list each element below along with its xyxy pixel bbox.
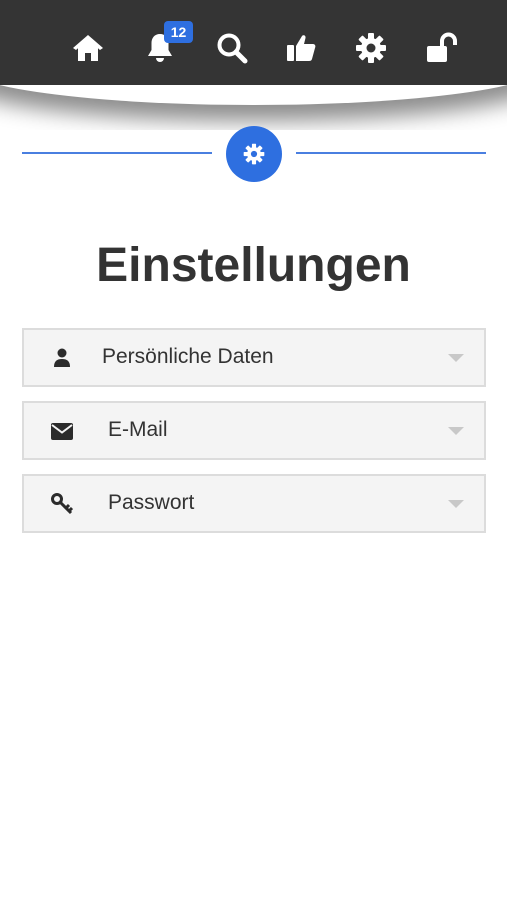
accordion-label: E-Mail [108, 418, 168, 441]
search-button[interactable] [212, 28, 252, 68]
accordion-email[interactable]: E-Mail [22, 401, 486, 460]
accordion-label: Persönliche Daten [102, 345, 274, 368]
chevron-down-icon [448, 427, 464, 435]
home-button[interactable] [68, 28, 108, 68]
top-nav-bar: 12 [0, 0, 507, 85]
chevron-down-icon [448, 500, 464, 508]
chevron-down-icon [448, 354, 464, 362]
user-icon [50, 346, 74, 370]
notification-count-badge: 12 [164, 21, 193, 43]
gear-icon [356, 33, 386, 63]
accordion-personal-data[interactable]: Persönliche Daten [22, 328, 486, 387]
thumbs-up-icon [287, 35, 316, 61]
key-icon [50, 492, 74, 516]
home-icon [73, 35, 103, 61]
divider-line-left [22, 152, 212, 154]
section-gear-badge [226, 126, 282, 182]
divider-line-right [296, 152, 486, 154]
search-icon [217, 33, 248, 64]
settings-button[interactable] [351, 28, 391, 68]
logout-button[interactable] [422, 28, 462, 68]
unlock-icon [427, 32, 457, 62]
gear-icon [243, 143, 265, 165]
envelope-icon [50, 419, 74, 443]
accordion-label: Passwort [108, 491, 195, 514]
header-shadow [0, 85, 507, 130]
like-button[interactable] [281, 28, 321, 68]
accordion-password[interactable]: Passwort [22, 474, 486, 533]
page-title: Einstellungen [96, 239, 411, 292]
